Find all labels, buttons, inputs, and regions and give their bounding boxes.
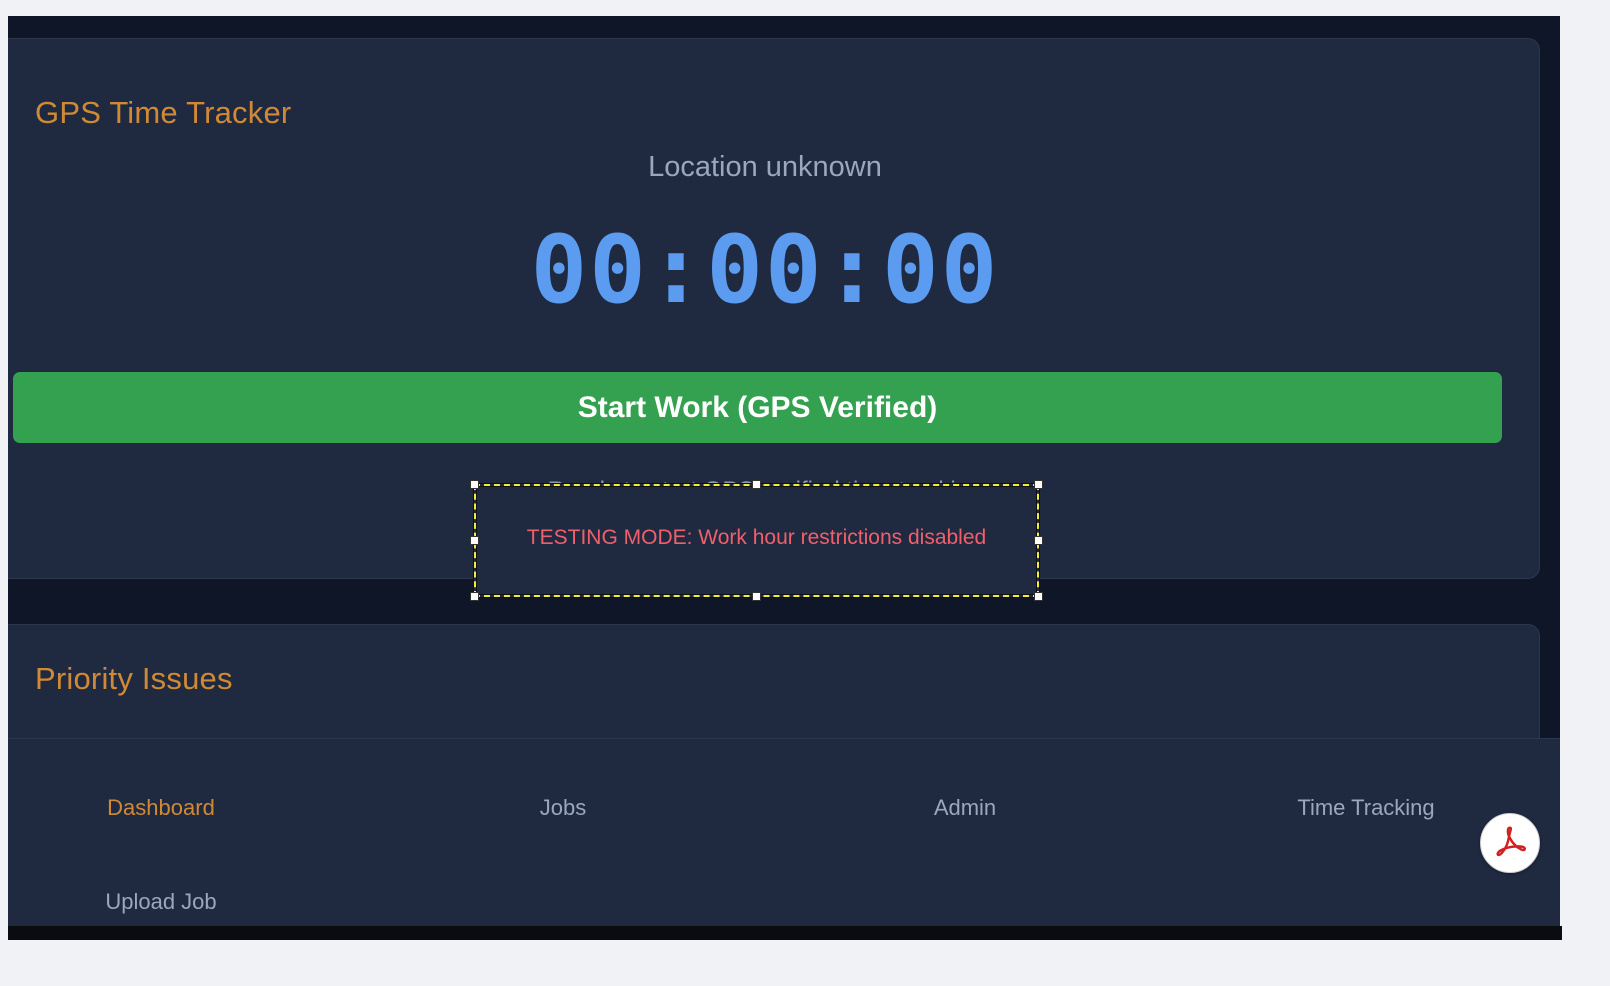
nav-item-jobs[interactable]: Jobs (463, 795, 663, 821)
priority-issues-title: Priority Issues (35, 661, 233, 696)
resize-handle-middle-right[interactable] (1034, 536, 1043, 545)
app-frame: GPS Time Tracker Location unknown 00:00:… (8, 16, 1560, 938)
start-work-button[interactable]: Start Work (GPS Verified) (13, 372, 1502, 443)
testing-mode-notice-selection[interactable]: TESTING MODE: Work hour restrictions dis… (474, 484, 1039, 597)
resize-handle-bottom-center[interactable] (752, 592, 761, 601)
testing-mode-notice: TESTING MODE: Work hour restrictions dis… (526, 526, 987, 549)
nav-item-upload-job[interactable]: Upload Job (61, 889, 261, 915)
timer-display: 00:00:00 (530, 216, 1000, 325)
pdf-button[interactable] (1480, 813, 1540, 873)
resize-handle-top-left[interactable] (470, 480, 479, 489)
nav-item-dashboard[interactable]: Dashboard (61, 795, 261, 821)
resize-handle-top-right[interactable] (1034, 480, 1043, 489)
pdf-icon (1491, 822, 1529, 865)
resize-handle-middle-left[interactable] (470, 536, 479, 545)
window-bottom-edge (8, 926, 1562, 940)
tracker-title: GPS Time Tracker (35, 95, 292, 130)
resize-handle-bottom-right[interactable] (1034, 592, 1043, 601)
nav-item-admin[interactable]: Admin (865, 795, 1065, 821)
bottom-navigation: Dashboard Jobs Admin Time Tracking Uploa… (8, 738, 1560, 938)
resize-handle-bottom-left[interactable] (470, 592, 479, 601)
nav-item-time-tracking[interactable]: Time Tracking (1266, 795, 1466, 821)
location-status: Location unknown (648, 151, 882, 183)
resize-handle-top-center[interactable] (752, 480, 761, 489)
